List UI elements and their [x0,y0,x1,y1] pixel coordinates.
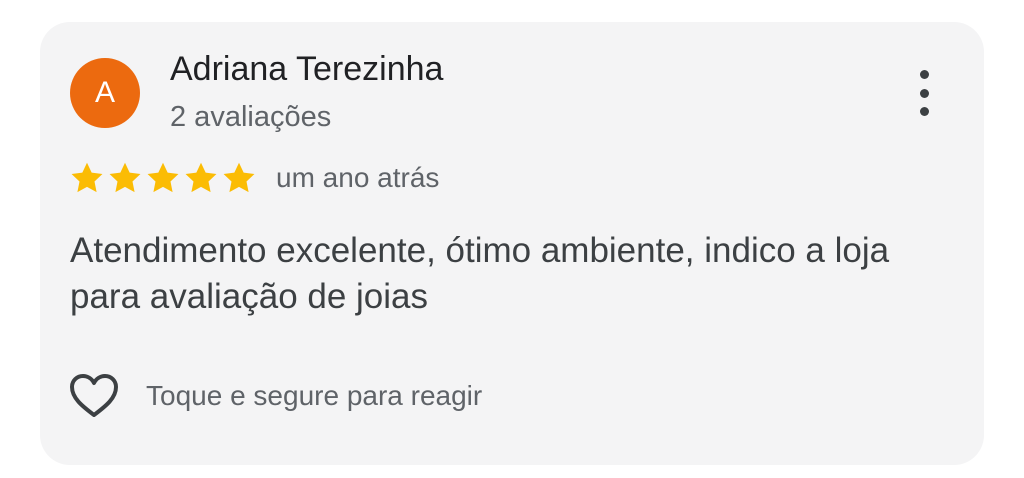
review-text: Atendimento excelente, ótimo ambiente, i… [70,231,890,316]
react-button[interactable]: Toque e segure para reagir [68,372,482,420]
star-icon [71,162,103,193]
star-icon [185,162,217,193]
review-card: A Adriana Terezinha 2 avaliações um ano … [40,22,984,465]
star-icon [223,162,255,193]
author-name[interactable]: Adriana Terezinha [170,50,443,89]
review-time: um ano atrás [276,162,440,193]
star-icon [109,162,141,193]
star-rating [69,160,259,196]
avatar-initial: A [94,76,115,109]
star-icon [147,162,179,193]
more-vert-icon [919,70,929,116]
react-label: Toque e segure para reagir [146,380,483,411]
heart-outline-icon [70,374,118,417]
more-options-button[interactable] [906,70,942,116]
avatar[interactable]: A [70,58,140,128]
author-review-count: 2 avaliações [170,101,332,133]
